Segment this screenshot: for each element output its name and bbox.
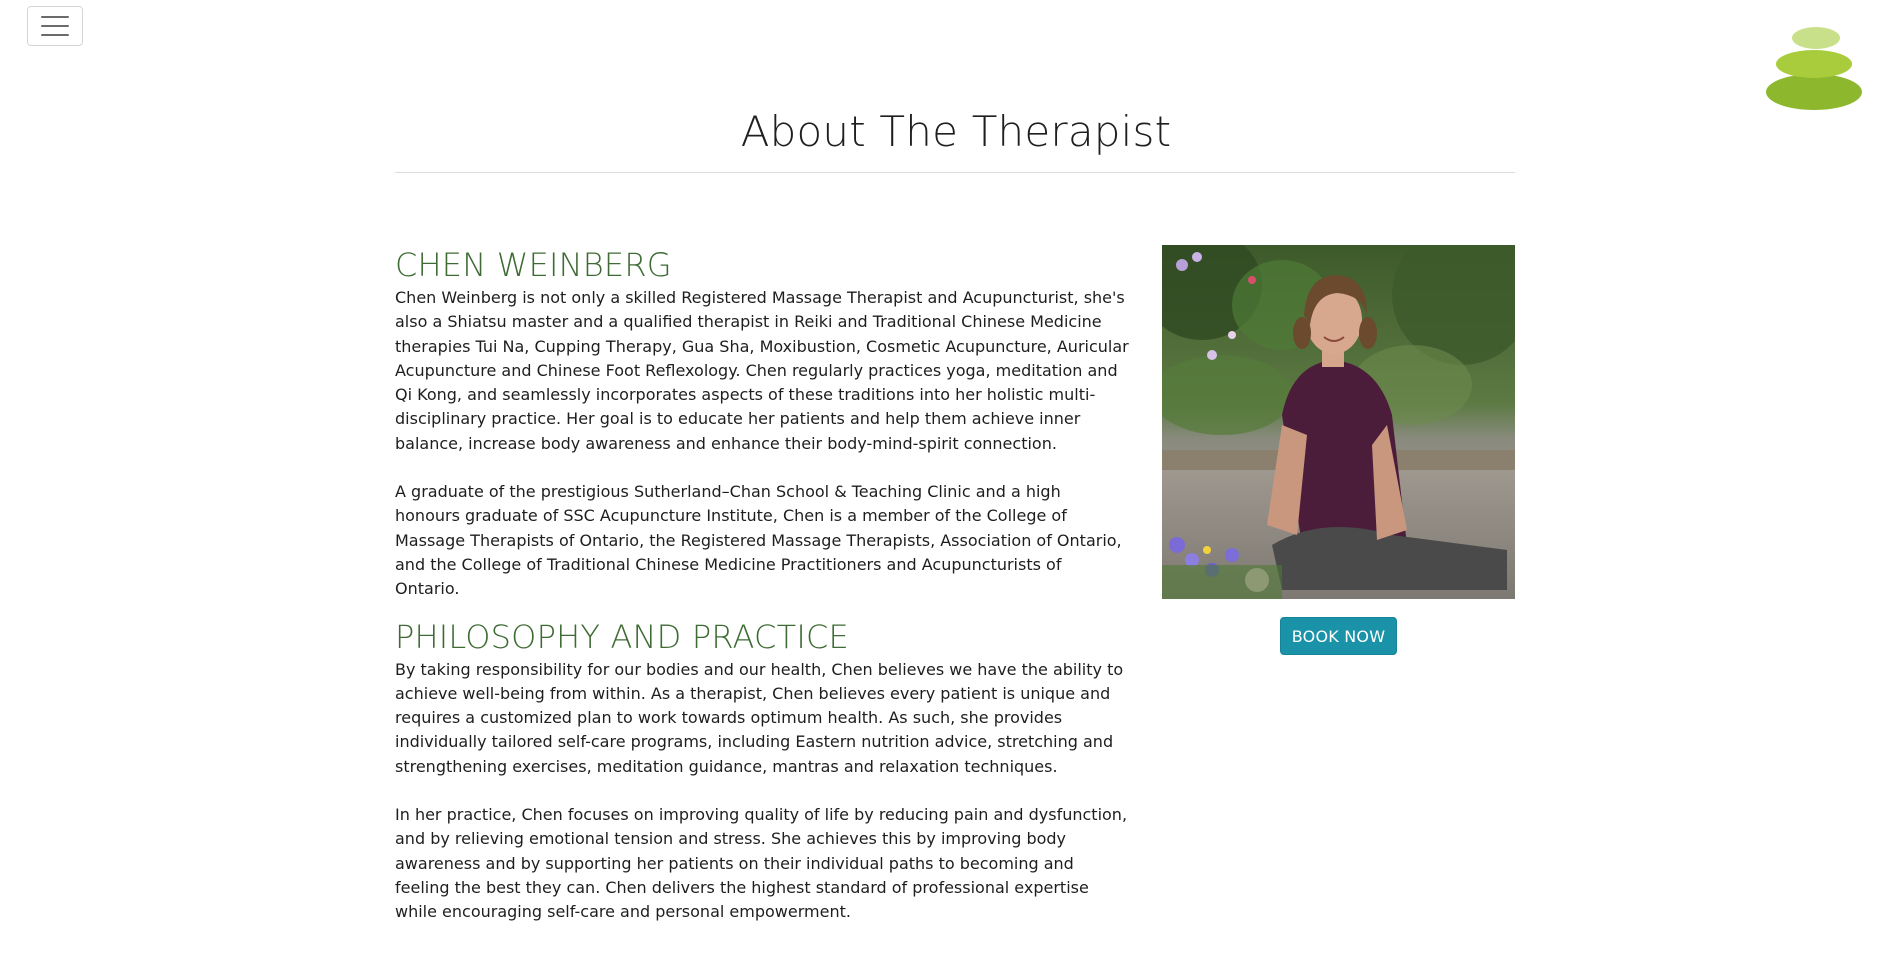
book-now-button[interactable]: BOOK NOW (1280, 617, 1397, 655)
stacked-stones-logo-icon[interactable] (1764, 24, 1864, 114)
title-divider (395, 172, 1515, 173)
therapist-portrait-photo (1162, 245, 1515, 599)
therapist-bio-section: CHEN WEINBERG Chen Weinberg is not only … (395, 244, 1130, 925)
therapist-name-heading: CHEN WEINBERG (395, 246, 672, 284)
philosophy-paragraph: By taking responsibility for our bodies … (395, 659, 1124, 776)
page-title: About The Therapist (740, 107, 1172, 156)
hamburger-bar (41, 16, 69, 18)
hamburger-bar (41, 34, 69, 36)
philosophy-heading: PHILOSOPHY AND PRACTICE (395, 617, 849, 656)
hamburger-bar (41, 25, 69, 27)
philosophy-paragraph: In her practice, Chen focuses on improvi… (395, 805, 1128, 922)
bio-paragraph: A graduate of the prestigious Sutherland… (395, 482, 1122, 599)
menu-toggle-button[interactable] (27, 6, 83, 46)
bio-paragraph: Chen Weinberg is not only a skilled Regi… (395, 288, 1129, 453)
